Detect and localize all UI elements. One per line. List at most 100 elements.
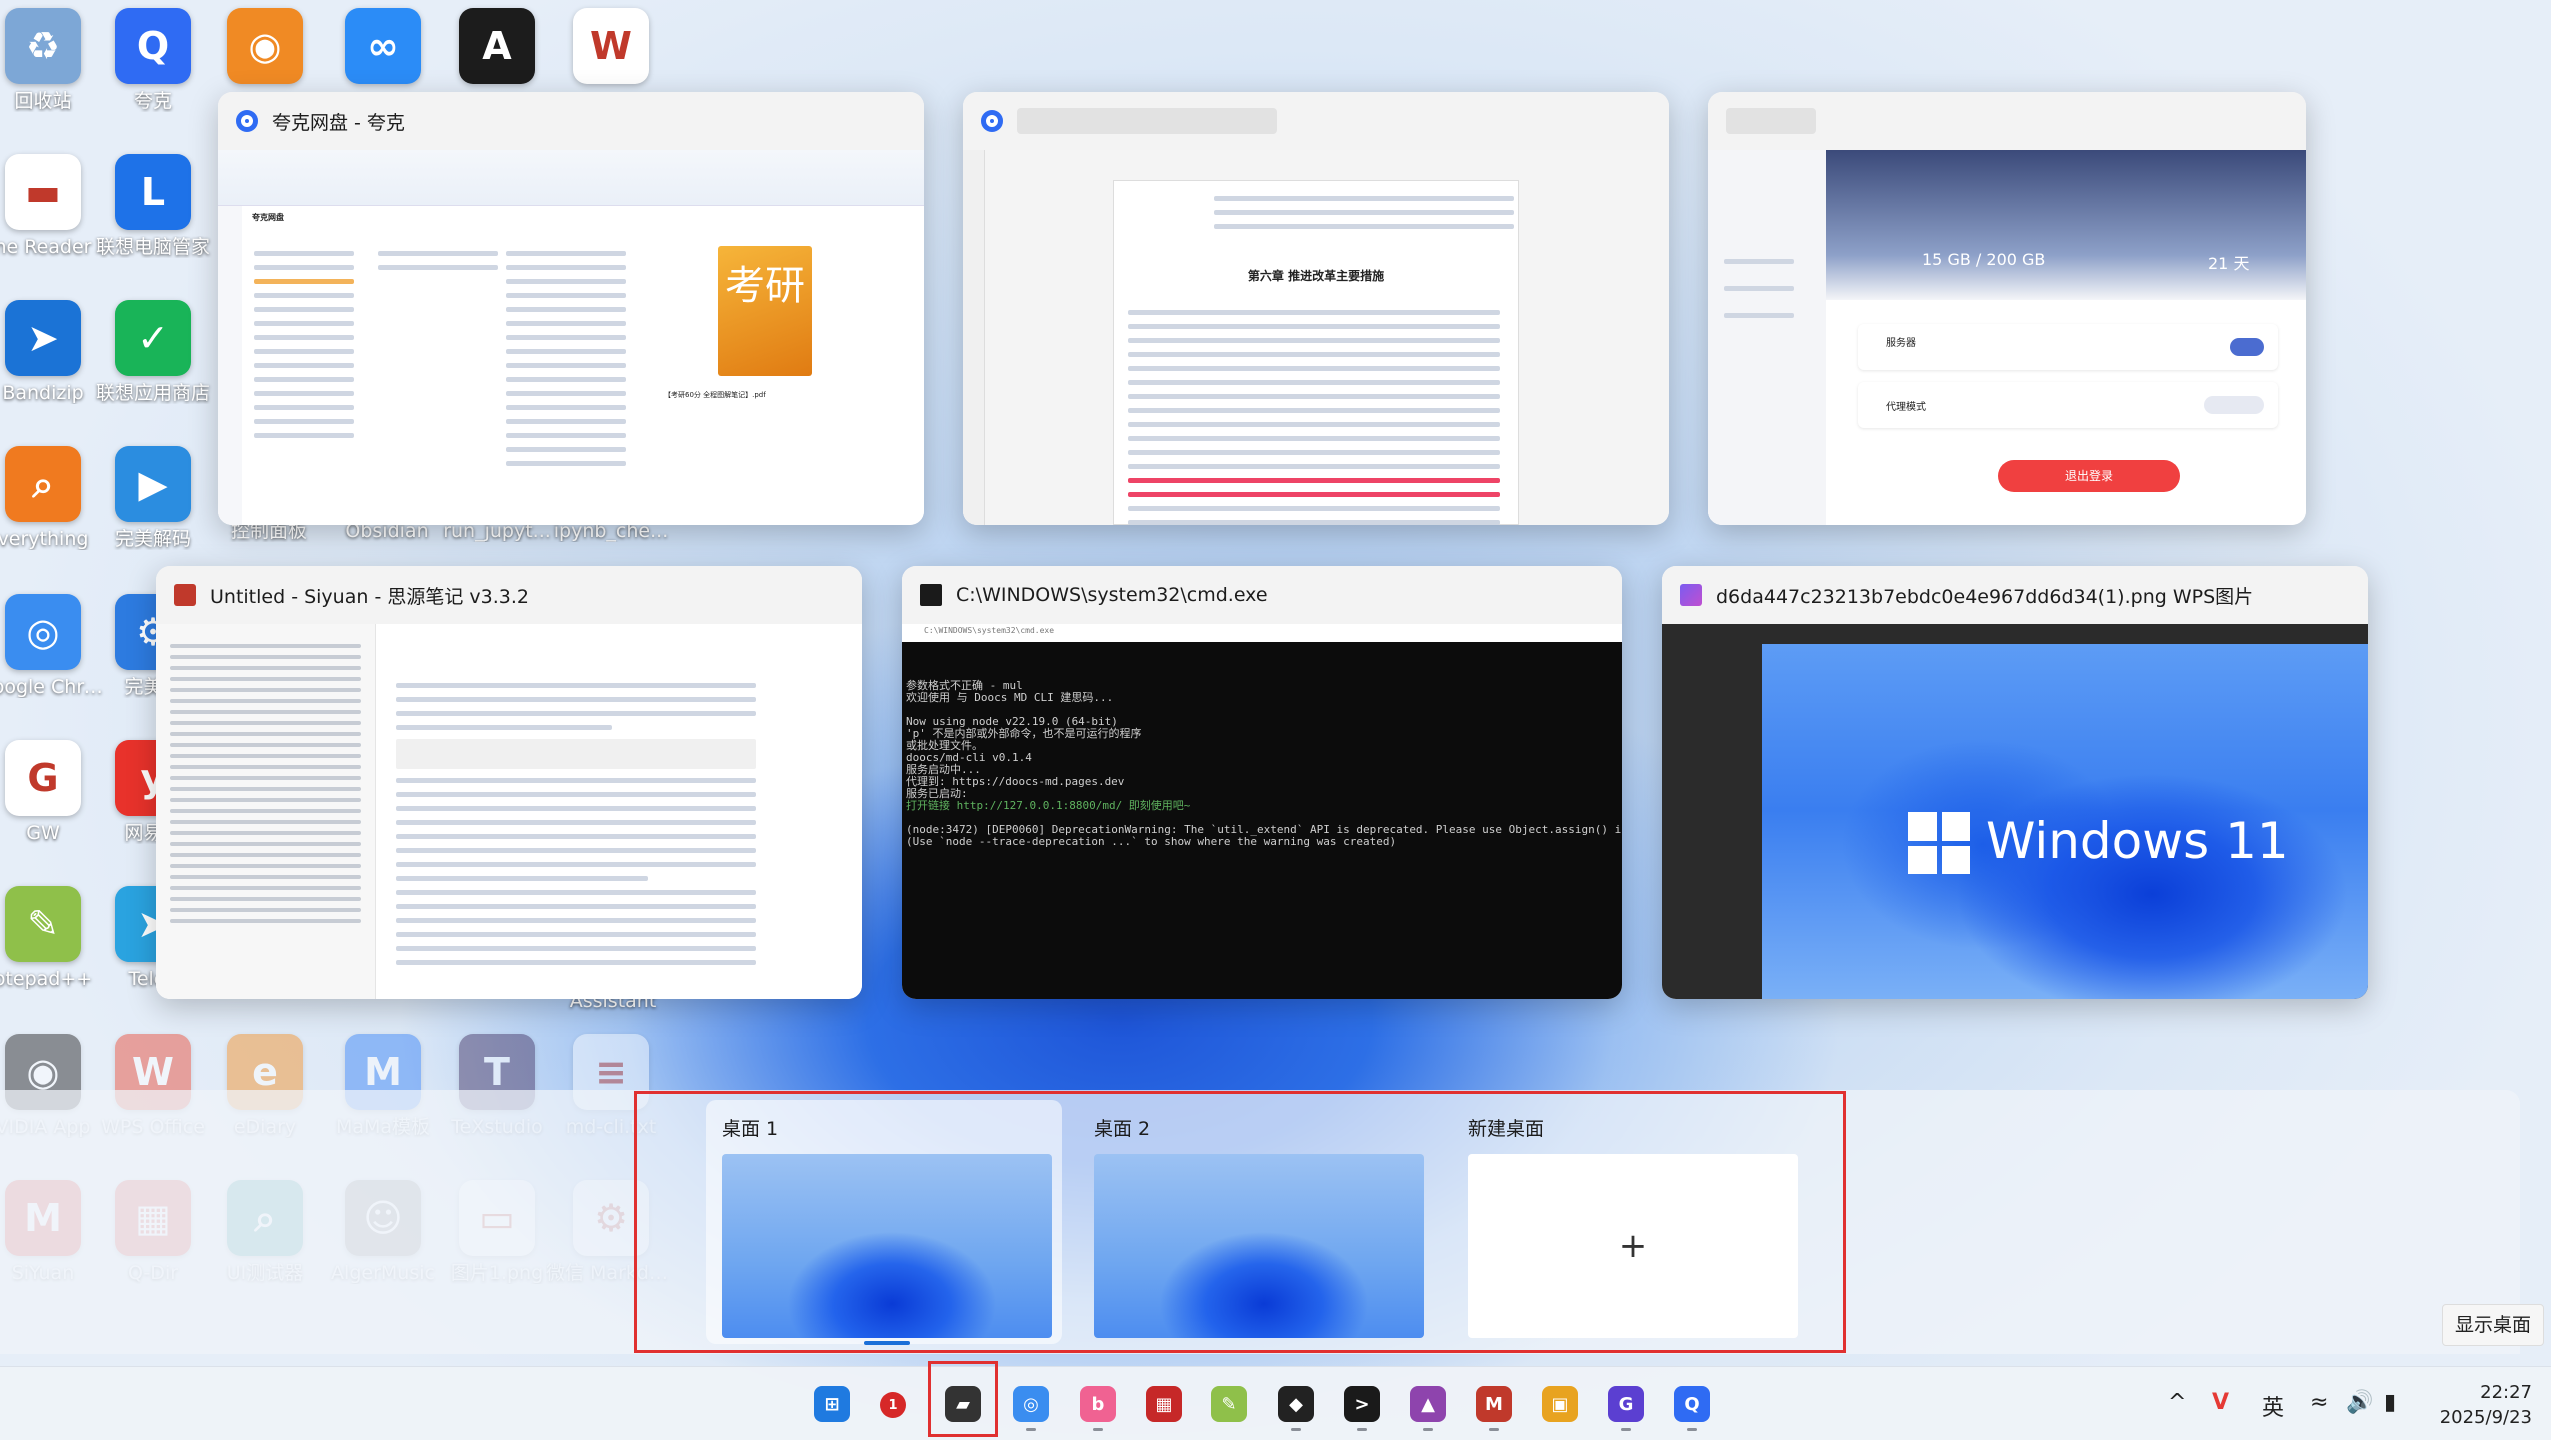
running-indicator — [1687, 1428, 1697, 1431]
blender-icon: ◉ — [227, 8, 303, 84]
icon-glyph: ♻ — [25, 24, 61, 68]
window-app-taskbar[interactable]: ▣ — [1542, 1386, 1578, 1422]
thumbnail-file-caption: 【考研60分 全程图解笔记】.pdf — [664, 391, 766, 399]
window-title: Untitled - Siyuan - 思源笔记 v3.3.2 — [210, 585, 529, 608]
window-titlebar: 夸克网盘 - 夸克 — [218, 92, 924, 150]
desktop-icon-label: 联想应用商店 — [95, 382, 210, 404]
tray-antivirus-icon[interactable]: V — [2212, 1390, 2229, 1415]
console-output: 参数格式不正确 - mul 欢迎使用 与 Doocs MD CLI 建思码... … — [906, 680, 1622, 848]
running-indicator — [1093, 1428, 1103, 1431]
thumbnail-lines — [1128, 301, 1500, 525]
desktop-icon-label: 完美解码 — [114, 528, 191, 550]
potplayer-icon: ▶ — [115, 446, 191, 522]
icon-glyph: ◉ — [248, 24, 282, 68]
cmd-taskbar[interactable]: > — [1344, 1386, 1380, 1422]
wifi-icon[interactable]: ≈ — [2310, 1390, 2328, 1415]
window-card-cmd[interactable]: C:\WINDOWS\system32\cmd.exe C:\WINDOWS\s… — [902, 566, 1622, 999]
battery-icon[interactable]: ▮ — [2384, 1390, 2396, 1415]
console-line: 代理到: https://doocs-md.pages.dev — [906, 775, 1125, 788]
desktop-icon[interactable]: ∞ — [318, 8, 448, 90]
show-desktop-button[interactable]: 显示桌面 — [2442, 1304, 2544, 1346]
bilibili-taskbar[interactable]: b — [1080, 1386, 1116, 1422]
running-indicator — [1621, 1428, 1631, 1431]
quark-icon — [236, 110, 258, 132]
window-thumbnail — [156, 624, 862, 999]
console-line: (Use `node --trace-deprecation ...` to s… — [906, 835, 1397, 848]
chrome-taskbar[interactable]: ◎ — [1013, 1386, 1049, 1422]
thumbnail-lines — [396, 674, 756, 974]
settings-card-proxy[interactable]: 代理模式 — [1858, 382, 2278, 428]
thumbnail-document-page: 第六章 推进改革主要措施 — [1113, 180, 1519, 525]
lenovo-manager-icon: L — [115, 154, 191, 230]
artrage-icon: A — [459, 8, 535, 84]
quark-taskbar[interactable]: Q — [1674, 1386, 1710, 1422]
window-card-quark[interactable]: 夸克网盘 - 夸克 夸克网盘 考研 【考研60分 全程图解笔记】.pdf — [218, 92, 924, 525]
window-thumbnail: 15 GB / 200 GB 21 天 服务器 代理模式 退出登录 — [1708, 150, 2306, 525]
window-thumbnail: C:\WINDOWS\system32\cmd.exe 参数格式不正确 - mu… — [902, 624, 1622, 999]
desktop-icon[interactable]: L 联想电脑管家 — [88, 154, 218, 258]
desktop-icon[interactable]: W — [546, 8, 676, 90]
thumbnail-brand: 夸克网盘 — [252, 213, 284, 222]
running-indicator — [1423, 1428, 1433, 1431]
siyuan-taskbar[interactable]: M — [1476, 1386, 1512, 1422]
app-red-grid-taskbar[interactable]: ▦ — [1146, 1386, 1182, 1422]
running-indicator — [1357, 1428, 1367, 1431]
logout-button[interactable]: 退出登录 — [1998, 460, 2180, 492]
desktop-icon[interactable]: ✓ 联想应用商店 — [88, 300, 218, 404]
icon-glyph: ◎ — [26, 610, 60, 654]
thumbnail-poster: 考研 — [718, 246, 812, 376]
window-title: C:\WINDOWS\system32\cmd.exe — [956, 584, 1268, 606]
desktop-icon[interactable]: Q 夸克 — [88, 8, 218, 112]
settings-card-server[interactable]: 服务器 — [1858, 324, 2278, 370]
desktop-icon[interactable]: ◉ — [200, 8, 330, 90]
window-title-blurred — [1017, 108, 1277, 134]
thumbnail-lines — [378, 242, 498, 279]
clock-time: 22:27 — [2480, 1382, 2532, 1403]
baidu-netdisk-icon: ∞ — [345, 8, 421, 84]
icon-glyph: ∞ — [367, 24, 399, 68]
window-card-wps-image[interactable]: d6da447c23213b7ebdc0e4e967dd6d34(1).png … — [1662, 566, 2368, 999]
desktop-icon[interactable]: A — [432, 8, 562, 90]
triangle-app-taskbar[interactable]: ▲ — [1410, 1386, 1446, 1422]
reader-icon: ▬ — [5, 154, 81, 230]
notepadpp-icon: ✎ — [5, 886, 81, 962]
settings-segment[interactable] — [2204, 396, 2264, 414]
icon-glyph: ✓ — [137, 316, 169, 360]
icon-glyph: ➤ — [27, 316, 59, 360]
cube-app-taskbar[interactable]: ◆ — [1278, 1386, 1314, 1422]
wps-image-icon — [1680, 584, 1702, 606]
icon-glyph: A — [482, 24, 512, 68]
start-button[interactable]: ⊞ — [814, 1386, 850, 1422]
gw-taskbar[interactable]: G — [1608, 1386, 1644, 1422]
icon-glyph: W — [590, 24, 632, 68]
poster-text: 考研 — [725, 263, 805, 309]
bandizip-icon: ➤ — [5, 300, 81, 376]
settings-toggle[interactable] — [2230, 338, 2264, 356]
search-button[interactable]: 1 — [880, 1392, 906, 1418]
volume-icon[interactable]: 🔊 — [2346, 1390, 2373, 1415]
window-title: d6da447c23213b7ebdc0e4e967dd6d34(1).png … — [1716, 585, 2254, 608]
taskbar-clock[interactable]: 22:27 2025/9/23 — [2402, 1380, 2532, 1430]
lenovo-store-icon: ✓ — [115, 300, 191, 376]
ime-indicator[interactable]: 英 — [2262, 1390, 2284, 1422]
window-card-siyuan[interactable]: Untitled - Siyuan - 思源笔记 v3.3.2 — [156, 566, 862, 999]
desktop-icon[interactable]: ▶ 完美解码 — [88, 446, 218, 550]
console-line: 'p' 不是内部或外部命令，也不是可运行的程序 — [906, 727, 1142, 740]
highlight-box-task-view — [928, 1361, 998, 1437]
settings-item-label: 代理模式 — [1886, 402, 1926, 413]
everything-icon: ⌕ — [5, 446, 81, 522]
desktop-icon-label: 夸克 — [133, 90, 172, 112]
thumbnail-lines — [506, 242, 626, 475]
window-titlebar — [963, 92, 1669, 150]
console-line: doocs/md-cli v0.1.4 — [906, 751, 1032, 764]
wps-document-icon: W — [573, 8, 649, 84]
notepad-taskbar[interactable]: ✎ — [1211, 1386, 1247, 1422]
window-card-browser-document[interactable]: 第六章 推进改革主要措施 — [963, 92, 1669, 525]
thumbnail-header — [218, 150, 924, 206]
console-line: 打开链接 http://127.0.0.1:8800/md/ 即刻使用吧~ — [906, 799, 1191, 812]
running-indicator — [1026, 1428, 1036, 1431]
window-card-settings-app[interactable]: 15 GB / 200 GB 21 天 服务器 代理模式 退出登录 — [1708, 92, 2306, 525]
window-title: 夸克网盘 - 夸克 — [272, 111, 405, 134]
icon-glyph: ⌕ — [32, 462, 54, 506]
tray-overflow-chevron[interactable]: ^ — [2168, 1390, 2186, 1415]
